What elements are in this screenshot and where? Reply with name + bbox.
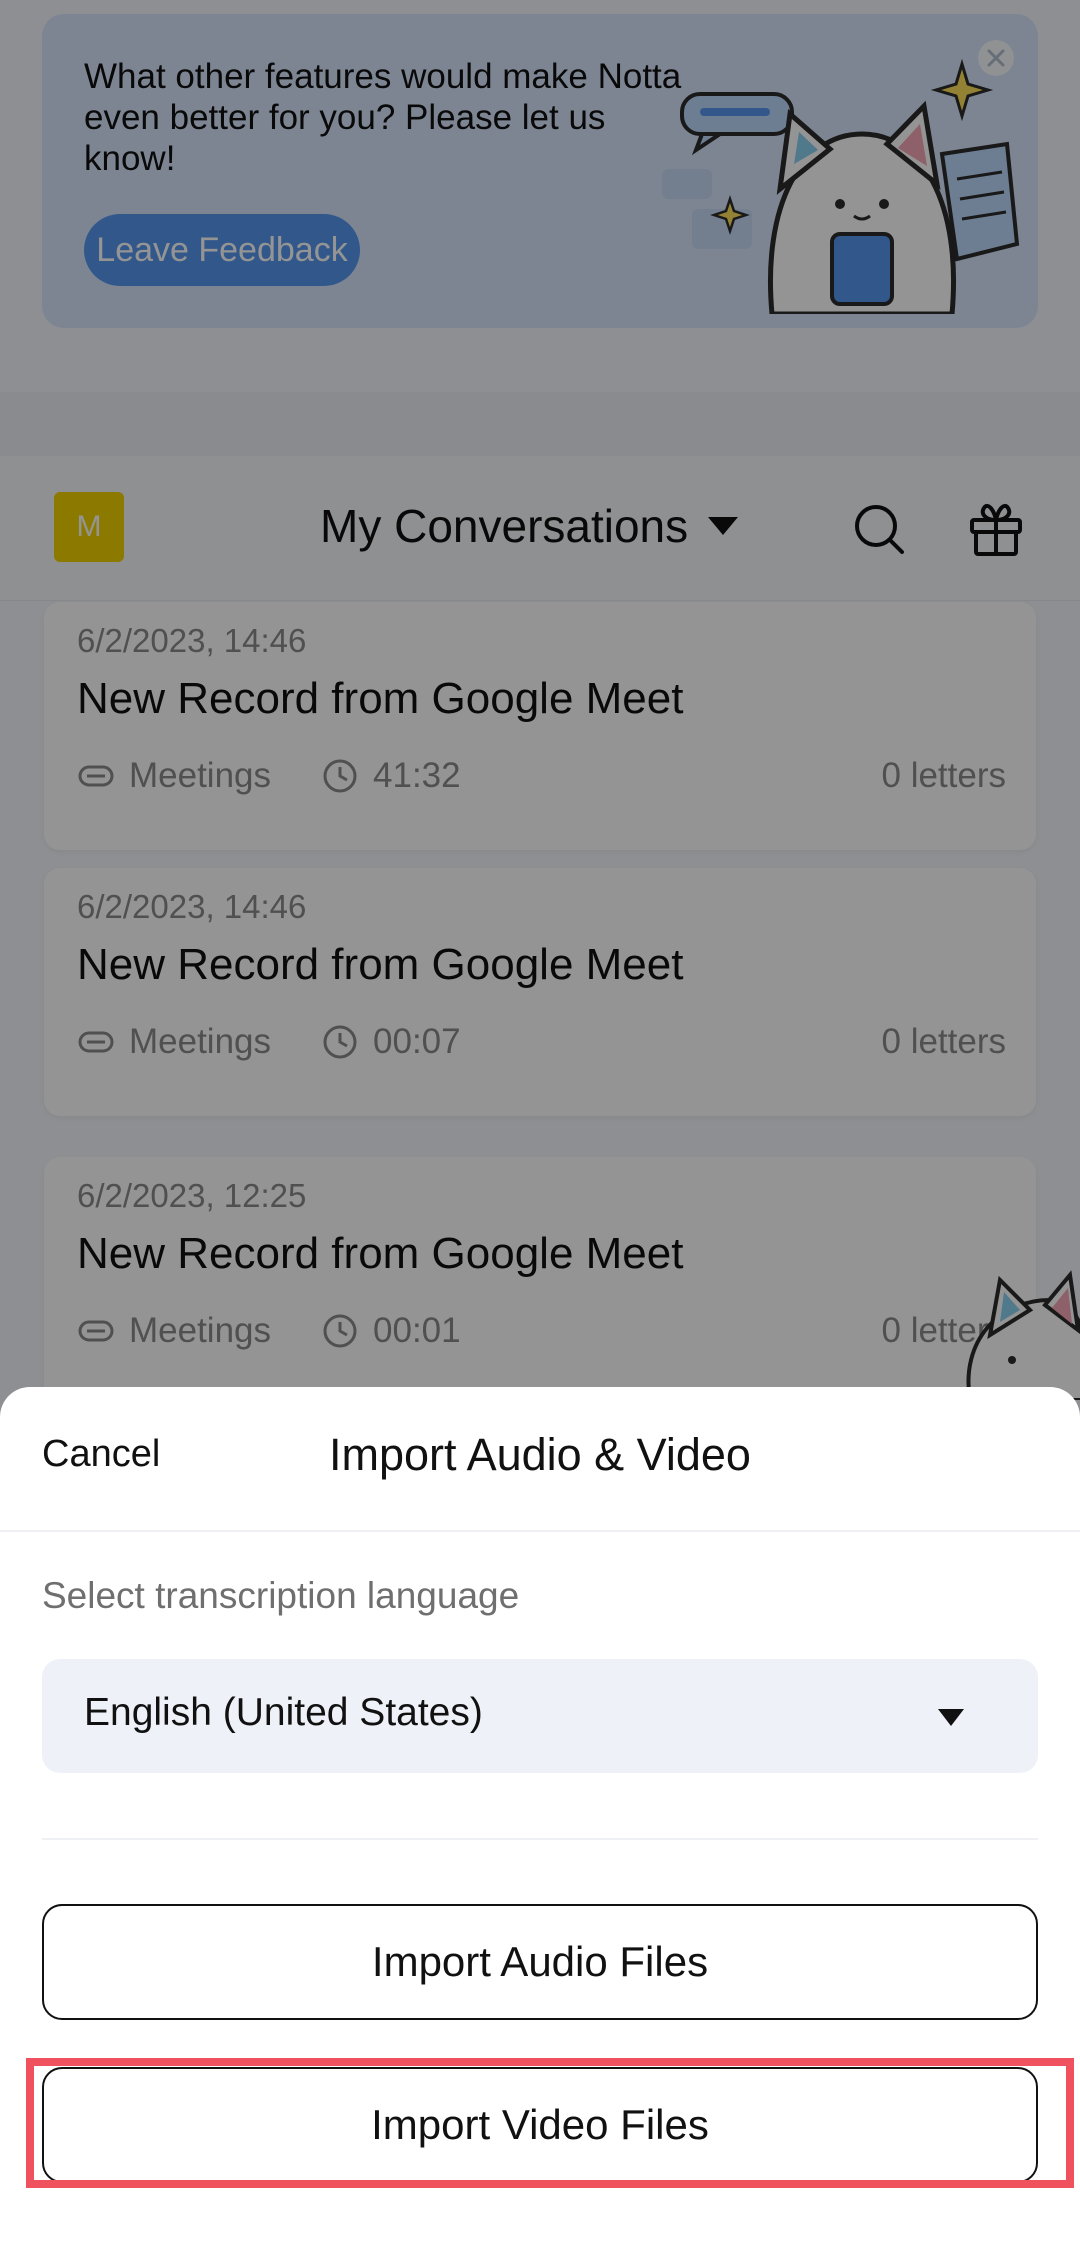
language-label: Select transcription language — [42, 1575, 520, 1616]
sheet-title: Import Audio & Video — [329, 1429, 751, 1480]
cancel-button[interactable]: Cancel — [42, 1433, 160, 1476]
divider — [42, 1838, 1038, 1840]
sheet-header: Import Audio & Video Cancel — [0, 1387, 1080, 1532]
import-audio-button[interactable]: Import Audio Files — [42, 1904, 1038, 2020]
language-select[interactable]: English (United States) — [42, 1659, 1038, 1773]
import-video-button[interactable]: Import Video Files — [42, 2067, 1038, 2183]
language-select-value: English (United States) — [84, 1691, 483, 1734]
dropdown-caret-icon — [938, 1709, 964, 1726]
import-sheet: Import Audio & Video Cancel Select trans… — [0, 1387, 1080, 2257]
